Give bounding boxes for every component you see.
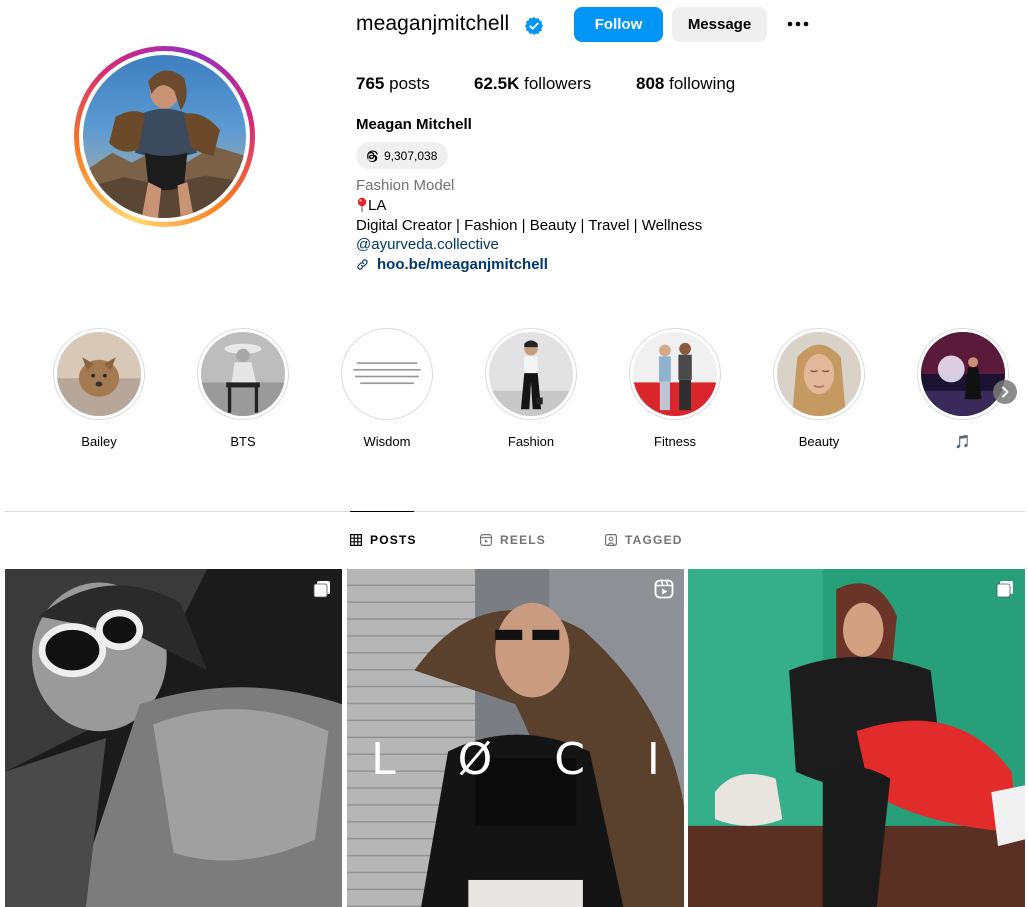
followers-count-label: followers (524, 74, 592, 93)
more-horizontal-icon[interactable] (785, 15, 811, 33)
post-tile[interactable] (5, 569, 342, 907)
highlight-label: Fashion (507, 434, 555, 449)
highlight-cover (921, 332, 1005, 416)
highlights-next-button[interactable] (993, 380, 1017, 404)
posts-count-value: 765 (356, 74, 385, 93)
highlight-beauty[interactable]: Beauty (773, 328, 865, 449)
highlight-cover (57, 332, 141, 416)
profile-location-text: LA (368, 197, 387, 214)
link-icon (357, 259, 368, 270)
highlight-cover (345, 332, 429, 416)
threads-count: 9,307,038 (384, 148, 438, 163)
post-overlay-text: L Ø C I (371, 734, 684, 785)
posts-count: 765 posts (356, 74, 430, 94)
profile-description: Digital Creator | Fashion | Beauty | Tra… (356, 217, 703, 234)
highlight-bailey[interactable]: Bailey (53, 328, 145, 449)
threads-badge[interactable]: 9,307,038 (356, 142, 448, 169)
reels-icon (480, 534, 492, 546)
tab-posts-label: POSTS (370, 533, 417, 547)
reel-icon (654, 579, 674, 599)
profile-external-link[interactable]: hoo.be/meaganjmitchell (356, 256, 548, 273)
message-button[interactable]: Message (672, 7, 767, 42)
following-link[interactable]: 808 following (636, 74, 735, 94)
highlight-cover (201, 332, 285, 416)
active-tab-indicator (350, 511, 414, 512)
post-tile[interactable]: L Ø C I (347, 569, 684, 907)
following-count-label: following (669, 74, 736, 93)
tab-posts[interactable]: POSTS (350, 533, 417, 547)
post-image (688, 569, 1025, 907)
tab-tagged[interactable]: TAGGED (605, 533, 683, 547)
profile-category: Fashion Model (356, 177, 455, 194)
grid-icon (350, 534, 362, 546)
highlight-label: 🎵 (954, 434, 972, 449)
tagged-icon (605, 534, 617, 546)
posts-count-label: posts (389, 74, 430, 93)
followers-count-value: 62.5K (474, 74, 520, 93)
highlight-cover (633, 332, 717, 416)
chevron-right-icon (1002, 386, 1009, 398)
carousel-icon (996, 581, 1013, 598)
profile-avatar-ring[interactable] (74, 46, 255, 227)
highlight-fitness[interactable]: Fitness (629, 328, 721, 449)
profile-external-link-text: hoo.be/meaganjmitchell (377, 256, 548, 273)
followers-link[interactable]: 62.5K followers (474, 74, 591, 94)
highlight-fashion[interactable]: Fashion (485, 328, 577, 449)
avatar (83, 55, 246, 218)
tab-reels-label: REELS (500, 533, 547, 547)
profile-page: meaganjmitchell Follow Message 765 posts… (0, 0, 1028, 907)
following-count-value: 808 (636, 74, 665, 93)
round-pushpin-icon (357, 197, 367, 212)
carousel-icon (313, 581, 330, 598)
tab-reels[interactable]: REELS (480, 533, 546, 547)
tabs-divider (5, 511, 1025, 512)
follow-button[interactable]: Follow (574, 7, 663, 42)
highlight-label: Wisdom (363, 434, 411, 449)
tab-tagged-label: TAGGED (625, 533, 683, 547)
profile-mention-link[interactable]: @ayurveda.collective (356, 236, 499, 253)
post-tile[interactable] (688, 569, 1025, 907)
highlight-label: Fitness (654, 434, 696, 449)
highlight-wisdom[interactable]: Wisdom (341, 328, 433, 449)
highlight-cover (489, 332, 573, 416)
highlight-label: Beauty (798, 434, 840, 449)
post-image (5, 569, 342, 907)
highlight-bts[interactable]: BTS (197, 328, 289, 449)
profile-full-name: Meagan Mitchell (356, 116, 472, 133)
highlight-label: Bailey (81, 434, 117, 449)
profile-location: LA (356, 197, 386, 214)
highlight-cover (777, 332, 861, 416)
profile-username: meaganjmitchell (356, 12, 510, 35)
highlight-label: BTS (230, 434, 256, 449)
verified-badge-icon (524, 16, 544, 36)
threads-icon (367, 150, 378, 162)
